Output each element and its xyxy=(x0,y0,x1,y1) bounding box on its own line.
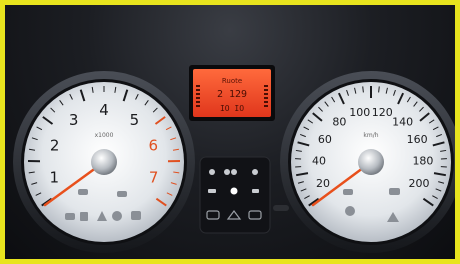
speed-label: 160 xyxy=(407,133,428,146)
speed-label: 180 xyxy=(412,155,433,168)
speed-tick xyxy=(362,86,364,93)
speed-label: 140 xyxy=(392,116,413,129)
lighting-switch-icon xyxy=(273,205,289,211)
speed-label: 120 xyxy=(372,106,393,119)
center-display: Ruote 2 129 IO IO xyxy=(189,65,275,121)
speed-label: 60 xyxy=(318,133,332,146)
tach-label: 7 xyxy=(149,168,159,186)
speedometer-unit: km/h xyxy=(363,132,378,139)
tachometer-unit: x1000 xyxy=(95,132,114,139)
speed-label: 100 xyxy=(349,106,370,119)
speedometer-hub xyxy=(358,149,384,175)
tach-label: 3 xyxy=(69,111,79,129)
speedometer: 20 40 6080100 120140 160 180 200 km/h xyxy=(280,71,455,253)
indicator-panel xyxy=(199,156,271,234)
speed-label: 20 xyxy=(316,177,330,190)
dashboard-svg: 1 23 4 56 7 x1000 20 40 6080100 120140 160 180 200… xyxy=(13,65,455,253)
speed-tick xyxy=(378,86,380,93)
display-line-2: 2 129 xyxy=(217,89,247,100)
display-line-1: Ruote xyxy=(222,77,242,85)
speed-label: 40 xyxy=(312,155,326,168)
instrument-cluster: 1 23 4 56 7 x1000 20 40 60 80 100 120 140 160 180 200… xyxy=(0,0,460,264)
tach-label: 4 xyxy=(99,101,109,119)
tach-label: 5 xyxy=(130,111,140,129)
tachometer-hub xyxy=(91,149,117,175)
speed-label: 80 xyxy=(332,116,346,129)
tachometer: 1 23 4 56 7 x1000 xyxy=(13,71,195,253)
speed-label: 200 xyxy=(409,177,430,190)
tach-label: 6 xyxy=(149,136,159,154)
tach-label: 2 xyxy=(50,136,60,154)
tach-label: 1 xyxy=(50,168,60,186)
display-line-3: IO IO xyxy=(220,104,244,113)
